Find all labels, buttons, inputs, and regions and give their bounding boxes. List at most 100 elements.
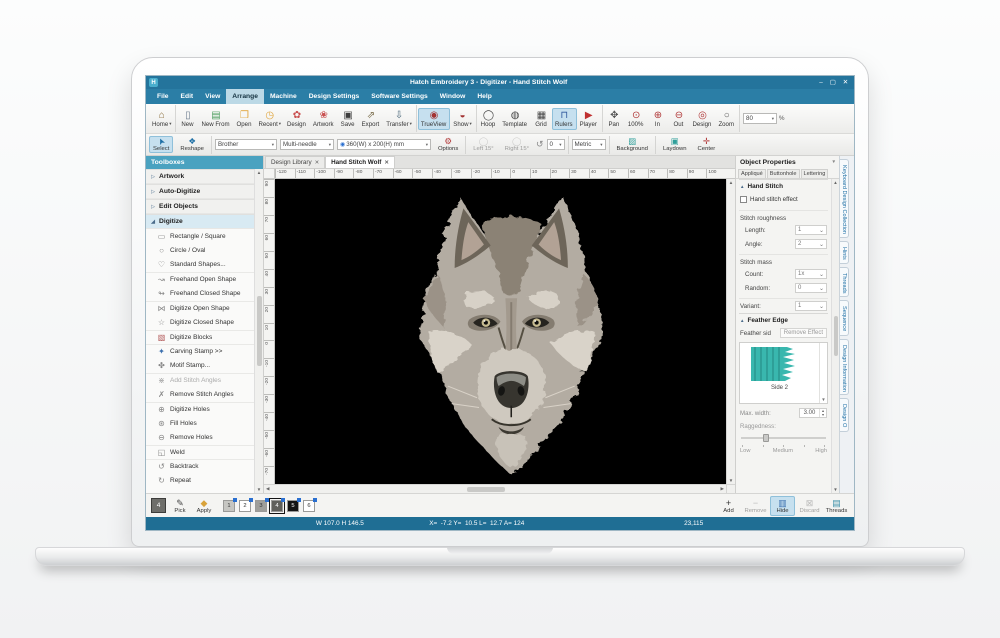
menu-item[interactable]: Software Settings xyxy=(365,89,433,104)
horizontal-scrollbar[interactable]: ◀ ▶ xyxy=(264,485,726,493)
variant-select[interactable]: 1⌄ xyxy=(795,301,827,311)
hand-stitch-effect-checkbox[interactable] xyxy=(740,196,747,203)
design-canvas[interactable] xyxy=(275,179,726,484)
needle-select[interactable]: Multi-needle ▾ xyxy=(280,139,334,150)
digitize-tool-item[interactable]: ⊛ Fill Holes xyxy=(146,416,254,430)
color-swatch[interactable]: 4 xyxy=(271,500,283,512)
hoop-select[interactable]: ◉360(W) x 200(H) mm ▾ xyxy=(337,139,431,150)
toolbar-button[interactable]: ▦ Grid xyxy=(531,108,552,130)
scrollbar-thumb[interactable] xyxy=(834,316,838,356)
toolbar-button[interactable]: ⌂ Home▾ xyxy=(149,108,174,130)
toolbar-button[interactable]: ◎ Design xyxy=(689,108,715,130)
digitize-tool-item[interactable]: ↺ Backtrack xyxy=(146,459,254,473)
laydown-button[interactable]: ▣ Laydown xyxy=(659,136,691,153)
document-tab[interactable]: Design Library ✕ xyxy=(265,156,325,168)
menu-item[interactable]: Help xyxy=(471,89,498,104)
pick-color-button[interactable]: ✎ Pick xyxy=(170,498,190,514)
toolbox-section[interactable]: ▷ Auto-Digitize xyxy=(146,184,254,199)
close-tab-icon[interactable]: ✕ xyxy=(384,160,388,166)
toolbar-button[interactable]: ⊖ Out xyxy=(668,108,689,130)
toolbar-button[interactable]: ◒ Show▾ xyxy=(450,108,474,130)
color-swatch[interactable]: 3 xyxy=(255,500,267,512)
count-select[interactable]: 1x⌄ xyxy=(795,269,827,279)
angle-select[interactable]: 2⌄ xyxy=(795,239,827,249)
maximize-button[interactable]: ▢ xyxy=(830,79,836,86)
scroll-left-icon[interactable]: ◀ xyxy=(266,486,269,492)
toolbar-button[interactable]: ✥ Pan xyxy=(604,108,625,130)
digitize-tool-item[interactable]: ⋈ Digitize Open Shape xyxy=(146,301,254,315)
digitize-tool-item[interactable]: ⊖ Remove Holes xyxy=(146,430,254,444)
color-swatch[interactable]: 5 xyxy=(287,500,299,512)
toolbar-button[interactable]: ◍ Template xyxy=(499,108,531,130)
feather-side-preview[interactable] xyxy=(749,345,811,383)
properties-tab[interactable]: Lettering xyxy=(801,169,829,178)
digitize-tool-item[interactable]: ♡ Standard Shapes... xyxy=(146,258,254,272)
units-select[interactable]: Metric ▾ xyxy=(572,139,606,150)
hoop-options-button[interactable]: ⚙ Options xyxy=(434,136,462,153)
document-tab[interactable]: Hand Stitch Wolf ✕ xyxy=(325,156,395,168)
zoom-level-select[interactable]: 80 ▾ xyxy=(743,113,777,124)
color-swatch[interactable]: 2 xyxy=(239,500,251,512)
toolbar-button[interactable]: ◉ TrueView xyxy=(418,108,450,130)
menu-item[interactable]: Arrange xyxy=(226,89,264,104)
digitize-tool-item[interactable]: ▧ Digitize Blocks xyxy=(146,330,254,344)
feather-edge-section[interactable]: ▲ Feather Edge xyxy=(739,313,828,326)
toolbar-button[interactable]: ○ Zoom xyxy=(715,108,738,130)
palette-action-button[interactable]: − Remove xyxy=(743,496,768,516)
toolbar-button[interactable]: ⊙ 100% xyxy=(625,108,648,130)
scroll-down-icon[interactable]: ▼ xyxy=(257,487,261,492)
menu-item[interactable]: File xyxy=(151,89,175,104)
toolbar-button[interactable]: ✿ Design xyxy=(284,108,310,130)
toolbar-button[interactable]: ▶ Player xyxy=(577,108,601,130)
preview-scrollbar[interactable]: ▼ xyxy=(819,343,827,403)
scrollbar-thumb[interactable] xyxy=(257,296,262,366)
sidebar-scrollbar[interactable]: ▲ ▼ xyxy=(254,169,263,493)
properties-tab[interactable]: Appliqué xyxy=(738,169,766,178)
menu-item[interactable]: Machine xyxy=(264,89,303,104)
digitize-tool-item[interactable]: ↻ Repeat xyxy=(146,474,254,488)
digitize-tool-item[interactable]: ↝ Freehand Open Shape xyxy=(146,272,254,286)
properties-tab[interactable]: Buttonhole xyxy=(767,169,800,178)
raggedness-slider[interactable] xyxy=(741,434,826,442)
max-width-spinner[interactable]: 3.00 ▲▼ xyxy=(799,408,827,418)
toolbar-button[interactable]: ⇗ Export xyxy=(359,108,384,130)
docked-tab[interactable]: Sequence xyxy=(840,300,849,335)
panel-menu-icon[interactable]: ▾ xyxy=(832,159,835,165)
docked-tab[interactable]: Threads xyxy=(840,267,849,298)
palette-action-button[interactable]: ▥ Hide xyxy=(770,496,795,516)
toolbar-button[interactable]: ◷ Recent▾ xyxy=(255,108,283,130)
toolbar-button[interactable]: ⊓ Rulers xyxy=(552,108,577,130)
docked-tab[interactable]: Design O xyxy=(840,398,849,431)
random-select[interactable]: 0⌄ xyxy=(795,283,827,293)
digitize-tool-item[interactable]: ✗ Remove Stitch Angles xyxy=(146,387,254,401)
select-tool-button[interactable]: ➤ Select xyxy=(149,136,173,153)
color-swatch[interactable]: 1 xyxy=(223,500,235,512)
scrollbar-thumb[interactable] xyxy=(467,487,505,492)
scroll-right-icon[interactable]: ▶ xyxy=(721,486,724,492)
rotate-left-15-button[interactable]: ◯ Left 15° xyxy=(469,136,497,153)
menu-item[interactable]: Design Settings xyxy=(303,89,366,104)
machine-select[interactable]: Brother ▾ xyxy=(215,139,277,150)
docked-tab[interactable]: Keyboard Design Collection xyxy=(840,159,849,238)
docked-tab[interactable]: Design Information xyxy=(840,339,849,396)
palette-action-button[interactable]: + Add xyxy=(716,496,741,516)
toolbar-button[interactable]: ▣ Save xyxy=(338,108,359,130)
scroll-up-icon[interactable]: ▲ xyxy=(729,180,733,185)
toolbar-button[interactable]: ▯ New xyxy=(177,108,198,130)
toolbox-section-digitize[interactable]: ◢ Digitize xyxy=(146,214,254,229)
scroll-up-icon[interactable]: ▲ xyxy=(833,180,837,185)
toolbar-button[interactable]: ◯ Hoop xyxy=(478,108,500,130)
hand-stitch-section[interactable]: ▲ Hand Stitch xyxy=(739,179,828,192)
length-select[interactable]: 1⌄ xyxy=(795,225,827,235)
toolbar-button[interactable]: ▤ New From xyxy=(198,108,233,130)
digitize-tool-item[interactable]: ⊕ Digitize Holes xyxy=(146,402,254,416)
properties-scrollbar[interactable]: ▲ ▼ xyxy=(831,179,839,493)
digitize-tool-item[interactable]: ○ Circle / Oval xyxy=(146,243,254,257)
digitize-tool-item[interactable]: ✦ Carving Stamp >> xyxy=(146,344,254,358)
digitize-tool-item[interactable]: ✤ Motif Stamp... xyxy=(146,359,254,373)
slider-thumb[interactable] xyxy=(763,434,769,442)
reshape-tool-button[interactable]: ❖ Reshape xyxy=(176,136,208,153)
digitize-tool-item[interactable]: ↬ Freehand Closed Shape xyxy=(146,287,254,301)
digitize-tool-item[interactable]: ⋇ Add Stitch Angles xyxy=(146,373,254,387)
minimize-button[interactable]: – xyxy=(819,79,823,86)
